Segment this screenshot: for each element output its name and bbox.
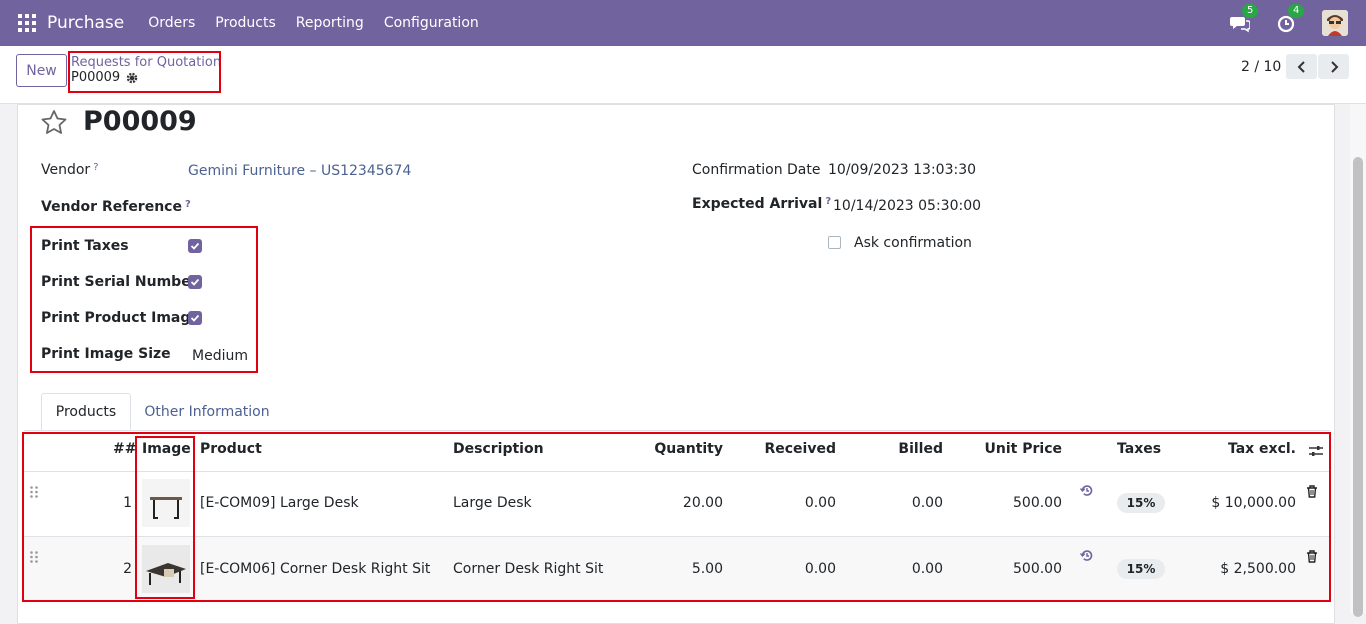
ask-confirmation-label: Ask confirmation bbox=[854, 235, 972, 251]
print-taxes-checkbox[interactable] bbox=[188, 239, 202, 253]
col-image: Image bbox=[142, 441, 191, 457]
row-quantity[interactable]: 5.00 bbox=[623, 561, 723, 577]
breadcrumb-current: P00009 bbox=[71, 70, 121, 85]
tab-divider bbox=[24, 430, 1330, 431]
col-sequence: ## bbox=[113, 441, 137, 457]
col-description[interactable]: Description bbox=[453, 441, 544, 457]
row-received: 0.00 bbox=[804, 495, 836, 511]
confirmation-date-field[interactable]: 10/09/2023 13:03:30 bbox=[828, 162, 976, 178]
menu-products[interactable]: Products bbox=[211, 15, 279, 31]
check-icon bbox=[190, 242, 200, 250]
activity-button[interactable]: 4 bbox=[1276, 4, 1305, 33]
control-panel: New Requests for Quotation P00009 2 / 10 bbox=[0, 46, 1366, 104]
col-tax-excl[interactable]: Tax excl. bbox=[1196, 441, 1296, 457]
print-serial-number-label: Print Serial Number bbox=[41, 274, 198, 290]
row-tax-excl: $ 10,000.00 bbox=[1211, 495, 1296, 511]
breadcrumb-parent[interactable]: Requests for Quotation bbox=[71, 55, 221, 70]
tab-other-information[interactable]: Other Information bbox=[140, 393, 274, 431]
expected-arrival-label: Expected Arrival? bbox=[692, 196, 832, 212]
row-tax-excl: $ 2,500.00 bbox=[1220, 561, 1296, 577]
print-product-image-label: Print Product Image bbox=[41, 310, 200, 326]
row-description[interactable]: Corner Desk Right Sit bbox=[453, 561, 603, 577]
tab-products[interactable]: Products bbox=[41, 393, 131, 431]
col-unit-price[interactable]: Unit Price bbox=[962, 441, 1062, 457]
row-description[interactable]: Large Desk bbox=[453, 495, 532, 511]
product-image bbox=[142, 479, 190, 527]
chevron-left-icon bbox=[1297, 60, 1305, 73]
check-icon bbox=[190, 278, 200, 286]
breadcrumb-current-wrap: P00009 bbox=[71, 70, 138, 85]
vendor-label: Vendor? bbox=[41, 162, 99, 178]
confirmation-date-label: Confirmation Date bbox=[692, 162, 821, 178]
row-product[interactable]: [E-COM06] Corner Desk Right Sit bbox=[200, 561, 430, 577]
row-sequence: 2 bbox=[123, 561, 132, 577]
col-product[interactable]: Product bbox=[200, 441, 262, 457]
history-icon[interactable] bbox=[1080, 484, 1093, 497]
apps-menu-icon[interactable] bbox=[18, 14, 36, 32]
col-billed[interactable]: Billed bbox=[843, 441, 943, 457]
row-billed: 0.00 bbox=[911, 561, 943, 577]
drag-handle-icon[interactable] bbox=[29, 485, 39, 499]
record-title: P00009 bbox=[83, 106, 197, 137]
top-navbar: Purchase Orders Products Reporting Confi… bbox=[0, 0, 1366, 46]
gear-icon[interactable] bbox=[126, 72, 138, 84]
print-image-size-select[interactable]: Medium bbox=[192, 348, 248, 364]
menu-orders[interactable]: Orders bbox=[144, 15, 199, 31]
activity-count-badge: 4 bbox=[1288, 4, 1305, 18]
messaging-button[interactable]: 5 bbox=[1230, 4, 1259, 33]
pager-next-button[interactable] bbox=[1318, 54, 1349, 79]
drag-handle-icon[interactable] bbox=[29, 550, 39, 564]
menu-reporting[interactable]: Reporting bbox=[292, 15, 368, 31]
pager-previous-button[interactable] bbox=[1286, 54, 1317, 79]
app-brand[interactable]: Purchase bbox=[47, 13, 124, 33]
ask-confirmation-checkbox[interactable] bbox=[828, 236, 841, 249]
row-billed: 0.00 bbox=[911, 495, 943, 511]
col-taxes[interactable]: Taxes bbox=[1117, 441, 1161, 457]
star-icon[interactable] bbox=[40, 109, 68, 135]
print-taxes-label: Print Taxes bbox=[41, 238, 129, 254]
chevron-right-icon bbox=[1330, 60, 1338, 73]
row-product[interactable]: [E-COM09] Large Desk bbox=[200, 495, 359, 511]
expected-arrival-field[interactable]: 10/14/2023 05:30:00 bbox=[833, 198, 981, 214]
print-serial-number-checkbox[interactable] bbox=[188, 275, 202, 289]
vendor-reference-label: Vendor Reference? bbox=[41, 199, 191, 215]
row-quantity[interactable]: 20.00 bbox=[623, 495, 723, 511]
menu-configuration[interactable]: Configuration bbox=[380, 15, 483, 31]
row-sequence: 1 bbox=[123, 495, 132, 511]
col-received[interactable]: Received bbox=[736, 441, 836, 457]
print-product-image-checkbox[interactable] bbox=[188, 311, 202, 325]
scrollbar-thumb[interactable] bbox=[1353, 157, 1363, 617]
pager-value[interactable]: 2 / 10 bbox=[1241, 59, 1281, 75]
trash-icon[interactable] bbox=[1306, 550, 1318, 563]
tax-tag[interactable]: 15% bbox=[1117, 559, 1165, 579]
print-image-size-label: Print Image Size bbox=[41, 346, 171, 362]
vendor-field[interactable]: Gemini Furniture – US12345674 bbox=[188, 163, 411, 179]
check-icon bbox=[190, 314, 200, 322]
trash-icon[interactable] bbox=[1306, 485, 1318, 498]
row-received: 0.00 bbox=[804, 561, 836, 577]
product-image bbox=[142, 545, 190, 593]
new-button[interactable]: New bbox=[16, 54, 67, 87]
tax-tag[interactable]: 15% bbox=[1117, 493, 1165, 513]
col-quantity[interactable]: Quantity bbox=[623, 441, 723, 457]
header-divider bbox=[24, 471, 1330, 472]
history-icon[interactable] bbox=[1080, 549, 1093, 562]
column-settings-icon[interactable] bbox=[1308, 444, 1324, 458]
row-unit-price[interactable]: 500.00 bbox=[962, 561, 1062, 577]
row-unit-price[interactable]: 500.00 bbox=[962, 495, 1062, 511]
user-avatar[interactable] bbox=[1322, 10, 1348, 36]
chat-count-badge: 5 bbox=[1242, 4, 1259, 18]
